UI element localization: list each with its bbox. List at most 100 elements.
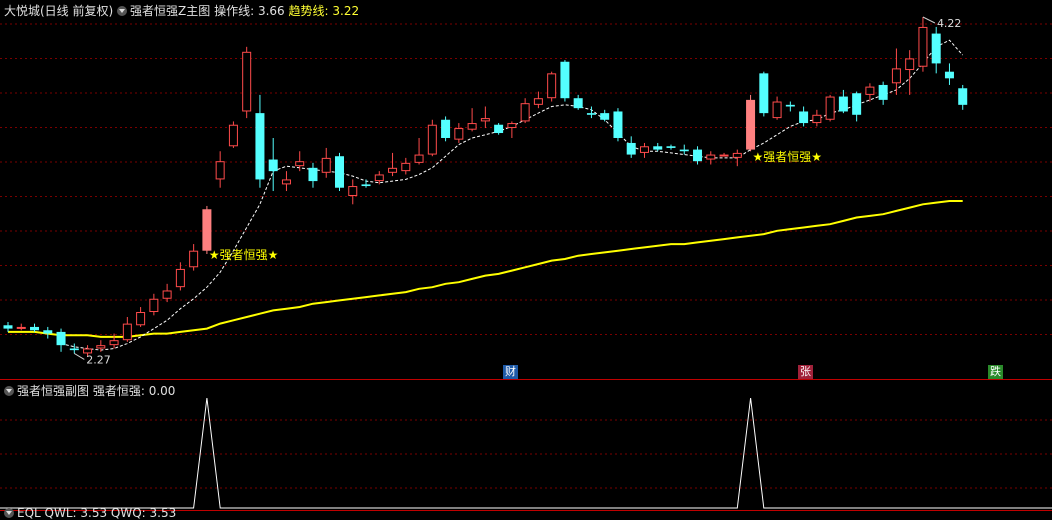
candle-body — [931, 33, 941, 64]
high-price-label: 4.22 — [937, 17, 962, 30]
event-marker-fall[interactable]: 跌 — [988, 365, 1003, 379]
bottom-indicator-header: EQL QWL: 3.53 QWQ: 3.53 — [4, 506, 176, 520]
trend-line-label: 趋势线: — [288, 4, 329, 18]
candle-body — [865, 86, 875, 95]
candle-body — [586, 113, 596, 115]
candle-body — [69, 348, 79, 351]
event-marker-finance[interactable]: 财 — [503, 365, 518, 379]
candle-body — [321, 157, 331, 173]
candle-body — [480, 118, 490, 122]
stock-name[interactable]: 大悦城(日线 前复权) — [4, 4, 113, 18]
candle-body — [891, 68, 901, 84]
candle-body — [361, 184, 371, 187]
candle-body — [838, 96, 848, 112]
candle-body — [149, 298, 159, 313]
candle-body — [573, 98, 583, 109]
candle-body — [613, 111, 623, 138]
candle-body — [215, 161, 225, 180]
candle-body — [785, 104, 795, 107]
main-indicator-name[interactable]: 强者恒强Z主图 — [130, 4, 210, 18]
candle-body — [441, 119, 451, 138]
main-chart-header: 大悦城(日线 前复权) 强者恒强Z主图 操作线: 3.66 趋势线: 3.22 — [4, 2, 359, 19]
candle-body — [507, 123, 517, 129]
bottom-indicator-text[interactable]: EQL QWL: 3.53 QWQ: 3.53 — [17, 506, 176, 520]
candle-body — [812, 114, 822, 124]
chart-window: 4.22 2.27 ★强者恒强★ ★强者恒强★ 大悦城(日线 前复权) 强者恒强Z主图… — [0, 0, 1052, 520]
candle-body — [666, 146, 676, 148]
candle-body — [308, 167, 318, 182]
sub-value-label: 强者恒强: — [92, 384, 145, 398]
candle-body — [905, 58, 915, 71]
candle-body — [268, 159, 278, 172]
candle-body — [30, 326, 40, 331]
low-pointer — [74, 353, 85, 360]
candle-body — [96, 345, 106, 349]
candle-body — [388, 167, 398, 173]
candle-body — [467, 123, 477, 130]
candle-body — [520, 103, 530, 122]
dropdown-icon[interactable] — [117, 6, 128, 16]
candle-body — [626, 142, 636, 155]
candle-body — [242, 51, 252, 112]
candle-body — [944, 71, 954, 79]
candle-body — [693, 149, 703, 162]
candle-body — [136, 312, 146, 326]
candle-body — [401, 162, 411, 172]
candle-body — [335, 156, 344, 188]
candle-body — [414, 154, 424, 163]
candle-body — [295, 161, 305, 167]
candle-body — [374, 174, 384, 182]
candle-body — [83, 348, 93, 354]
candle-body — [122, 323, 132, 341]
candle-body — [706, 154, 716, 160]
candle-body — [281, 179, 291, 185]
op-line-value: 3.66 — [257, 4, 285, 18]
candle-body — [348, 186, 358, 197]
candle-body — [719, 154, 729, 157]
candle-body — [639, 146, 649, 153]
candle-body — [679, 149, 689, 152]
candle-body — [759, 73, 769, 114]
signal-label-1: ★强者恒强★ — [209, 248, 279, 262]
candle-body — [918, 26, 928, 67]
sub-chart-header: 强者恒强副图 强者恒强: 0.00 — [4, 382, 175, 399]
candle-body — [799, 111, 809, 124]
candle-body — [547, 73, 557, 99]
event-marker-rise[interactable]: 张 — [798, 365, 813, 379]
candle-body — [255, 113, 265, 180]
candle-body — [732, 152, 742, 158]
candle-body — [852, 93, 862, 115]
candle-body — [958, 88, 968, 105]
candle-body — [228, 124, 238, 147]
op-line-label: 操作线: — [214, 4, 255, 18]
candle-body — [43, 330, 53, 334]
candle-body — [189, 250, 199, 268]
candle-body — [746, 99, 756, 150]
candle-body — [16, 326, 26, 329]
high-pointer — [922, 16, 936, 24]
candle-body — [653, 146, 663, 150]
signal-label-2: ★强者恒强★ — [753, 150, 823, 164]
sub-value: 0.00 — [148, 384, 176, 398]
candle-body — [772, 101, 782, 119]
candle-body — [3, 325, 13, 329]
sub-indicator-name[interactable]: 强者恒强副图 — [17, 384, 89, 398]
kline-chart[interactable]: 4.22 2.27 ★强者恒强★ ★强者恒强★ — [0, 0, 1052, 517]
candle-body — [427, 124, 437, 155]
candle-body — [494, 124, 504, 134]
candle-body — [533, 98, 543, 105]
dropdown-icon[interactable] — [4, 386, 14, 396]
candle-body — [454, 128, 464, 140]
operation-line — [60, 39, 964, 351]
candle-body — [162, 290, 172, 299]
candle-body — [202, 209, 212, 251]
low-price-label: 2.27 — [86, 353, 111, 366]
trend-line-value: 3.22 — [332, 4, 360, 18]
sub-indicator-line — [0, 397, 1052, 509]
candle-body — [825, 96, 835, 120]
candle-body — [600, 113, 610, 120]
candle-body — [560, 61, 570, 99]
candle-body — [878, 84, 888, 100]
candle-body — [175, 268, 185, 288]
candle-body — [109, 340, 119, 346]
